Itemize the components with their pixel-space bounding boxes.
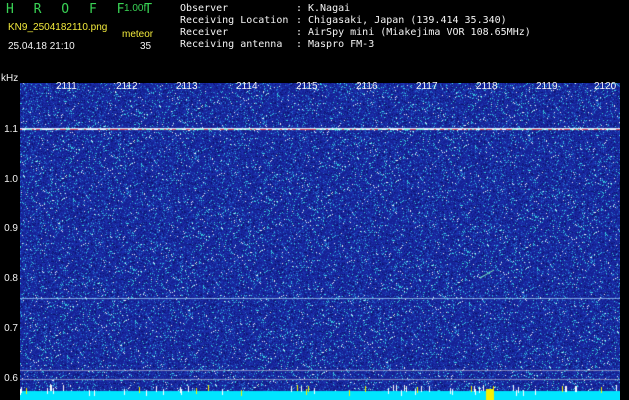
observer-separator: : (296, 3, 303, 14)
antenna-label: Receiving antenna (180, 39, 283, 50)
receiver-value: AirSpy mini (Miakejima VOR 108.65MHz) (308, 27, 531, 38)
observer-value: K.Nagai (308, 3, 351, 14)
y-axis-unit: kHz (1, 73, 19, 84)
file-name: KN9_2504182110.png (8, 22, 108, 33)
x-tick-label: 2111 (56, 81, 77, 92)
location-value: Chigasaki, Japan (139.414 35.340) (308, 15, 507, 26)
x-tick-label: 2118 (476, 81, 498, 92)
app-version: 1.00f (124, 3, 147, 14)
x-tick-label: 2117 (416, 81, 438, 92)
x-tick-label: 2112 (116, 81, 138, 92)
y-tick-label: 1.0 (4, 174, 18, 185)
meteor-count: 35 (140, 41, 152, 52)
y-tick-label: 0.8 (4, 273, 18, 284)
location-label: Receiving Location (180, 15, 289, 26)
observer-label: Observer (180, 3, 229, 14)
receiver-separator: : (296, 27, 303, 38)
x-tick-label: 2114 (236, 81, 258, 92)
spectrogram-plot (20, 83, 620, 400)
y-tick-label: 0.6 (4, 373, 18, 384)
meteor-label: meteor (122, 29, 154, 40)
x-tick-label: 2120 (594, 81, 617, 92)
capture-datetime: 25.04.18 21:10 (8, 41, 75, 52)
y-tick-label: 0.7 (4, 323, 18, 334)
x-tick-label: 2116 (356, 81, 378, 92)
antenna-separator: : (296, 39, 303, 50)
location-separator: : (296, 15, 303, 26)
y-tick-label: 0.9 (4, 223, 18, 234)
antenna-value: Maspro FM-3 (308, 39, 375, 50)
x-tick-label: 2113 (176, 81, 198, 92)
y-tick-label: 1.1 (4, 124, 18, 135)
x-tick-label: 2119 (536, 81, 558, 92)
x-tick-label: 2115 (296, 81, 318, 92)
receiver-label: Receiver (180, 27, 229, 38)
